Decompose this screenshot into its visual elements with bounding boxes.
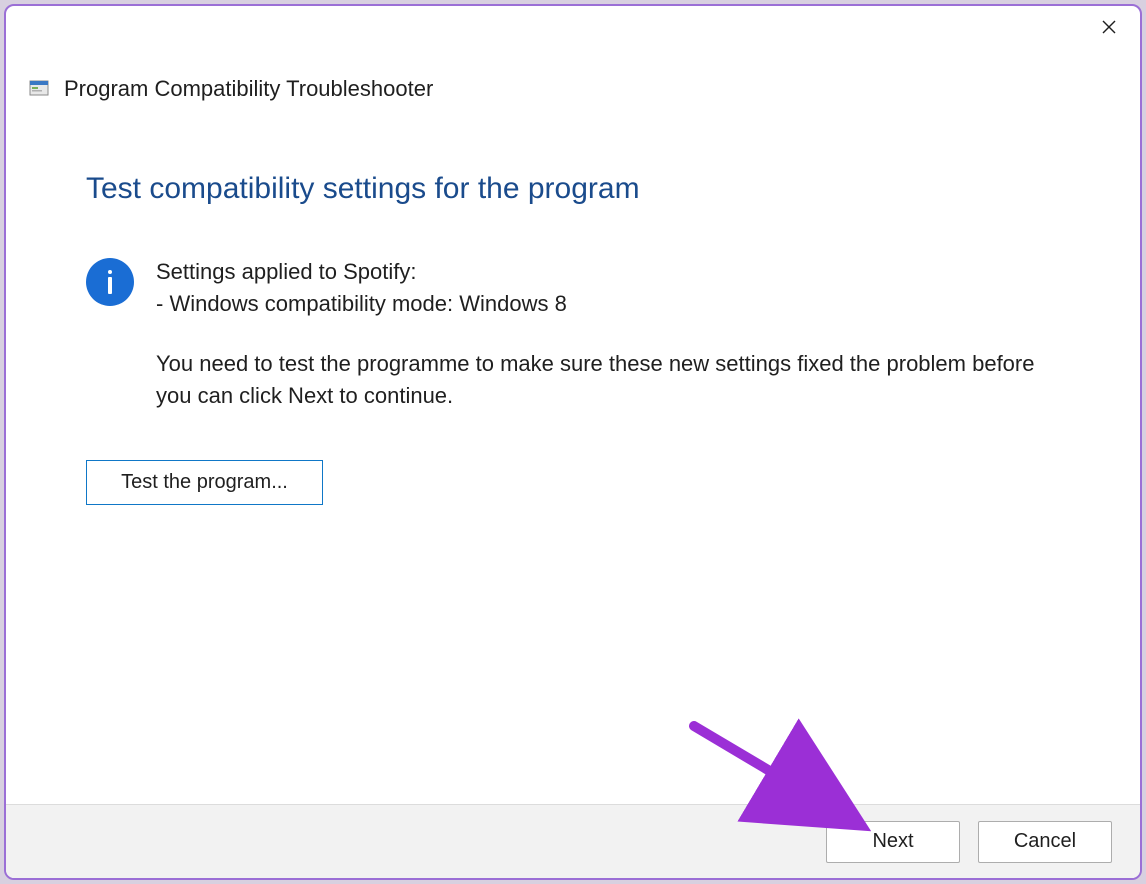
compat-mode-line: - Windows compatibility mode: Windows 8: [156, 288, 567, 320]
info-text: Settings applied to Spotify: - Windows c…: [156, 256, 567, 320]
page-heading: Test compatibility settings for the prog…: [86, 172, 1060, 206]
titlebar: [6, 6, 1140, 48]
close-icon: [1101, 19, 1117, 35]
close-button[interactable]: [1086, 8, 1132, 46]
settings-applied-line: Settings applied to Spotify:: [156, 256, 567, 288]
content-area: Test compatibility settings for the prog…: [6, 102, 1140, 804]
footer: Next Cancel: [6, 804, 1140, 878]
header-row: Program Compatibility Troubleshooter: [6, 48, 1140, 102]
troubleshooter-window: Program Compatibility Troubleshooter Tes…: [4, 4, 1142, 880]
window-title: Program Compatibility Troubleshooter: [64, 76, 433, 102]
info-icon: [86, 258, 134, 306]
test-program-button[interactable]: Test the program...: [86, 460, 323, 505]
wizard-icon: [28, 77, 52, 101]
cancel-button[interactable]: Cancel: [978, 821, 1112, 863]
instruction-text: You need to test the programme to make s…: [156, 348, 1060, 412]
info-row: Settings applied to Spotify: - Windows c…: [86, 256, 1060, 320]
next-button[interactable]: Next: [826, 821, 960, 863]
